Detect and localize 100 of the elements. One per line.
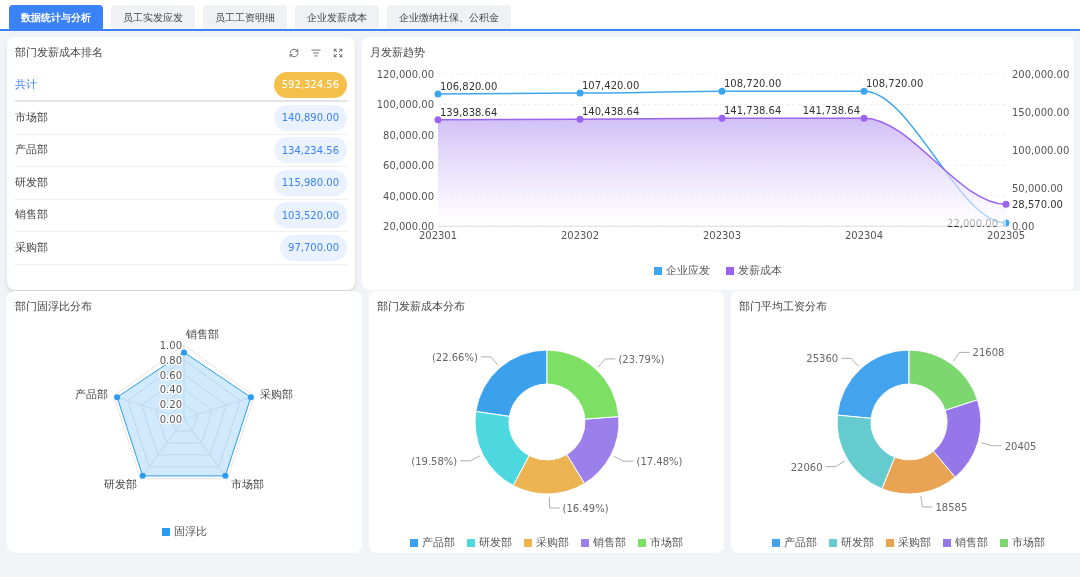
- legend-swatch: [581, 538, 589, 547]
- y-axis-label: 80,000.00: [383, 129, 434, 141]
- data-label: 141,738.64: [724, 104, 782, 116]
- card-title: 部门固浮比分布: [14, 299, 93, 315]
- data-label: (22.66%): [431, 351, 478, 363]
- data-point: [1002, 200, 1010, 208]
- leader-line: [952, 351, 970, 362]
- radar-axis-label: 产品部: [75, 387, 108, 401]
- data-label: 140,438.64: [582, 105, 640, 117]
- amount-pill: 97,700.00: [280, 234, 347, 261]
- legend-label: 市场部: [1012, 534, 1045, 551]
- legend-label: 固浮比: [174, 523, 207, 540]
- legend-label: 产品部: [784, 534, 817, 551]
- leader-line: [613, 455, 634, 462]
- radar-axis-label: 市场部: [231, 477, 264, 491]
- x-axis-label: 202303: [702, 229, 742, 241]
- radar-axis-label: 销售部: [186, 327, 219, 341]
- data-point: [434, 115, 442, 123]
- legend-label: 研发部: [479, 534, 512, 551]
- department-name: 销售部: [15, 207, 48, 223]
- card-title: 部门平均工资分布: [738, 299, 828, 315]
- data-label: (19.58%): [411, 455, 458, 467]
- x-axis-label: 202301: [418, 229, 458, 241]
- y-axis-label: 50,000.00: [1012, 182, 1063, 194]
- y-axis-label: 20,000.00: [383, 220, 434, 232]
- data-point: [860, 87, 868, 95]
- refresh-icon[interactable]: [289, 48, 299, 59]
- radar-tick-label: 1.00: [159, 339, 182, 351]
- data-point: [576, 115, 584, 123]
- legend-label: 采购部: [898, 534, 931, 551]
- leader-line: [920, 495, 933, 507]
- legend-swatch: [467, 538, 475, 547]
- data-label: 18585: [935, 501, 968, 513]
- legend-swatch: [829, 538, 837, 547]
- radar-axis-label: 研发部: [104, 477, 137, 491]
- card-title: 部门发薪成本分布: [376, 299, 466, 315]
- tab[interactable]: 企业缴纳社保、公积金: [387, 5, 511, 29]
- radar-point: [139, 472, 146, 479]
- data-point: [718, 87, 726, 95]
- amount-pill: 592,324.56: [273, 71, 347, 98]
- leader-line: [597, 358, 616, 367]
- tab[interactable]: 企业发薪成本: [295, 5, 379, 29]
- x-axis-label: 202302: [560, 229, 600, 241]
- leader-line: [825, 460, 846, 467]
- y-axis-label: 60,000.00: [383, 159, 434, 171]
- data-point: [860, 114, 868, 122]
- sort-icon[interactable]: [311, 48, 321, 59]
- radar-point: [114, 393, 121, 400]
- data-point: [434, 90, 442, 98]
- leader-line: [980, 441, 1003, 446]
- legend-label: 采购部: [536, 534, 569, 551]
- amount-pill: 134,234.56: [273, 137, 347, 164]
- department-name: 市场部: [15, 109, 48, 126]
- data-label: 108,720.00: [724, 77, 782, 89]
- department-name: 共计: [15, 76, 37, 93]
- y-axis-label: 100,000.00: [1012, 144, 1070, 156]
- legend-label: 企业应发: [665, 262, 710, 279]
- leader-line: [548, 496, 560, 508]
- legend-swatch: [653, 266, 662, 275]
- legend-label: 销售部: [955, 534, 988, 551]
- amount-pill: 140,890.00: [273, 104, 347, 131]
- data-label: 21608: [972, 346, 1005, 358]
- card-title: 月发薪趋势: [369, 45, 426, 61]
- tab[interactable]: 员工实发应发: [111, 5, 195, 29]
- y-axis-label: 200,000.00: [1012, 68, 1070, 80]
- fullscreen-icon[interactable]: [333, 48, 343, 59]
- x-axis-label: 202305: [986, 229, 1026, 241]
- legend-label: 产品部: [422, 534, 455, 551]
- y-axis-label: 120,000.00: [376, 68, 434, 80]
- radar-point: [247, 393, 254, 400]
- legend-label: 市场部: [650, 534, 683, 551]
- legend-swatch: [943, 538, 951, 547]
- data-label: 25360: [806, 352, 839, 364]
- tab[interactable]: 员工工资明细: [203, 5, 287, 29]
- radar-tick-label: 0.00: [159, 413, 182, 425]
- radar-tick-label: 0.40: [159, 383, 182, 395]
- y-axis-label: 0.00: [1012, 220, 1035, 232]
- radar-tick-label: 0.20: [159, 398, 182, 410]
- card-title: 部门发薪成本排名: [14, 45, 104, 61]
- data-label: 20405: [1004, 440, 1037, 452]
- legend-swatch: [772, 538, 780, 547]
- department-name: 研发部: [15, 174, 48, 191]
- data-point: [718, 114, 726, 122]
- data-label: 107,420.00: [582, 79, 640, 91]
- legend-swatch: [524, 538, 532, 547]
- leader-line: [840, 357, 859, 367]
- data-label: 28,570.00: [1012, 198, 1063, 210]
- tab[interactable]: 数据统计与分析: [9, 5, 103, 29]
- data-label: 22060: [790, 461, 823, 473]
- legend-label: 发薪成本: [737, 262, 782, 279]
- legend-swatch: [886, 538, 894, 547]
- data-label: 141,738.64: [802, 104, 860, 116]
- legend-swatch: [638, 538, 646, 547]
- data-label: (17.48%): [636, 455, 683, 467]
- y-axis-label: 150,000.00: [1012, 106, 1070, 118]
- legend-label: 研发部: [841, 534, 874, 551]
- legend-label: 销售部: [593, 534, 626, 551]
- legend-swatch: [725, 266, 734, 275]
- data-label: 108,720.00: [866, 77, 924, 89]
- data-label: 106,820.00: [440, 80, 498, 92]
